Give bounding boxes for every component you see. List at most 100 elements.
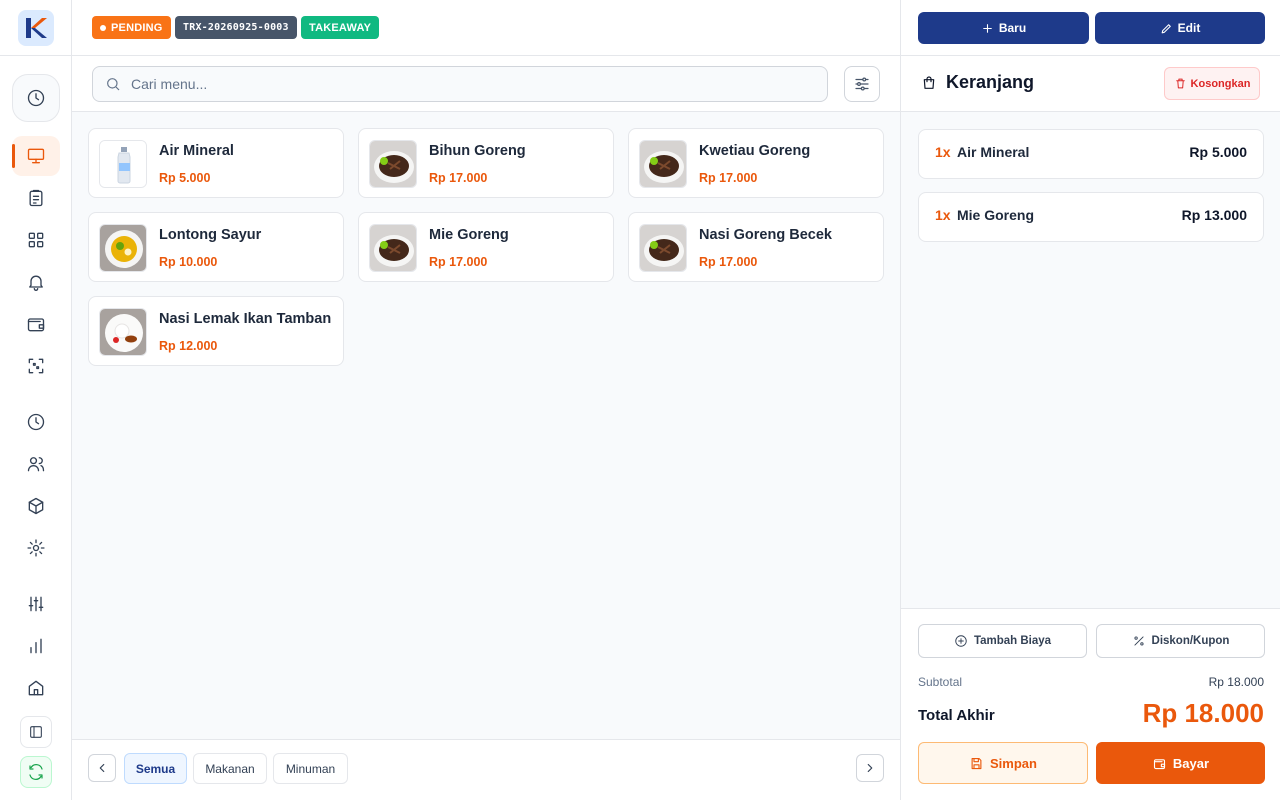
sidebar-item-pos[interactable] <box>12 136 60 176</box>
fried-noodle-image <box>639 140 687 188</box>
sidebar-item-adjustments[interactable] <box>20 588 52 620</box>
total-value: Rp 18.000 <box>1142 698 1264 728</box>
transaction-id-badge: TRX-20260925-0003 <box>175 16 297 39</box>
sync-icon <box>29 764 43 780</box>
menu-item-name: Lontong Sayur <box>159 227 262 243</box>
order-type-badge[interactable]: TAKEAWAY <box>301 16 380 39</box>
sidebar-divider <box>0 55 72 56</box>
fried-noodle-image <box>369 140 417 188</box>
category-prev-button[interactable] <box>88 754 116 782</box>
menu-item-card[interactable]: Air Mineral Rp 5.000 <box>88 128 344 198</box>
cart-item-list: 1x Air Mineral Rp 5.000 1x Mie Goreng Rp… <box>901 112 1280 608</box>
sidebar-collapse-button[interactable] <box>20 716 52 748</box>
search-row <box>72 56 900 112</box>
wallet-icon <box>1153 758 1165 769</box>
status-badge-label: PENDING <box>111 21 163 34</box>
users-icon <box>27 457 45 472</box>
percent-icon <box>1133 636 1144 646</box>
cart-panel: Baru Edit Keranjang Kosongkan 1x Air Min… <box>900 0 1280 800</box>
chevron-left-icon <box>99 763 105 773</box>
edit-transaction-button[interactable]: Edit <box>1095 12 1265 44</box>
fried-noodle-image <box>369 224 417 272</box>
sidebar-item-wallet[interactable] <box>20 308 52 340</box>
menu-item-card[interactable]: Kwetiau Goreng Rp 17.000 <box>628 128 884 198</box>
clear-cart-button[interactable]: Kosongkan <box>1164 67 1260 100</box>
lontong-plate-image <box>99 224 147 272</box>
menu-item-price: Rp 17.000 <box>429 255 488 269</box>
sync-button[interactable] <box>20 756 52 788</box>
cart-header: Keranjang <box>921 72 1034 93</box>
menu-item-card[interactable]: Nasi Goreng Becek Rp 17.000 <box>628 212 884 282</box>
sidebar-item-history[interactable] <box>20 406 52 438</box>
app-logo <box>18 10 54 46</box>
menu-item-price: Rp 17.000 <box>699 171 758 185</box>
sidebar-item-settings[interactable] <box>20 532 52 564</box>
transaction-header: PENDING TRX-20260925-0003 TAKEAWAY <box>72 0 900 56</box>
save-button[interactable]: Simpan <box>918 742 1088 784</box>
menu-item-card[interactable]: Nasi Lemak Ikan Tamban Rp 12.000 <box>88 296 344 366</box>
cart-item[interactable]: 1x Mie Goreng Rp 13.000 <box>918 192 1264 242</box>
status-dot-icon <box>100 24 106 31</box>
chevron-right-icon <box>867 763 873 773</box>
menu-item-card[interactable]: Lontong Sayur Rp 10.000 <box>88 212 344 282</box>
cart-item-name: Air Mineral <box>957 144 1030 160</box>
panel-divider <box>901 608 1280 609</box>
category-next-button[interactable] <box>856 754 884 782</box>
cart-item[interactable]: 1x Air Mineral Rp 5.000 <box>918 129 1264 179</box>
menu-item-card[interactable]: Bihun Goreng Rp 17.000 <box>358 128 614 198</box>
menu-item-name: Mie Goreng <box>429 227 509 243</box>
sidebar-item-orders[interactable] <box>20 182 52 214</box>
search-input[interactable] <box>131 76 811 92</box>
category-tab-all[interactable]: Semua <box>124 753 187 784</box>
clock-icon <box>27 89 45 107</box>
grid-icon <box>28 232 44 248</box>
menu-item-name: Air Mineral <box>159 143 234 159</box>
menu-item-price: Rp 17.000 <box>699 255 758 269</box>
fried-noodle-image <box>639 224 687 272</box>
water-bottle-image <box>99 140 147 188</box>
menu-item-price: Rp 12.000 <box>159 339 218 353</box>
add-fee-button[interactable]: Tambah Biaya <box>918 624 1087 658</box>
qr-scan-icon <box>28 358 44 374</box>
sidebar-item-products[interactable] <box>20 490 52 522</box>
cart-item-qty: 1x <box>935 144 951 160</box>
menu-grid: Air Mineral Rp 5.000 Bihun Goreng Rp 17.… <box>72 112 900 739</box>
clear-cart-label: Kosongkan <box>1190 77 1251 90</box>
status-badge: PENDING <box>92 16 171 39</box>
filter-button[interactable] <box>844 66 880 102</box>
panel-divider <box>901 55 1280 56</box>
category-tab-drinks[interactable]: Minuman <box>273 753 348 784</box>
save-label: Simpan <box>990 755 1037 771</box>
plus-icon <box>982 23 992 33</box>
chart-icon <box>30 638 42 654</box>
pay-button[interactable]: Bayar <box>1096 742 1265 784</box>
sidebar-item-outlet[interactable] <box>20 672 52 704</box>
sidebar-item-customers[interactable] <box>20 448 52 480</box>
sidebar-item-notifications[interactable] <box>20 266 52 298</box>
sidebar-item-menu[interactable] <box>20 224 52 256</box>
sidebar <box>0 0 72 800</box>
trash-icon <box>1175 78 1185 89</box>
wallet-icon <box>27 318 45 332</box>
menu-item-name: Nasi Goreng Becek <box>699 227 832 243</box>
history-icon <box>27 413 45 431</box>
menu-item-card[interactable]: Mie Goreng Rp 17.000 <box>358 212 614 282</box>
cart-item-name: Mie Goreng <box>957 207 1035 223</box>
menu-item-price: Rp 17.000 <box>429 171 488 185</box>
pos-app: PENDING TRX-20260925-0003 TAKEAWAY Air M… <box>0 0 1280 800</box>
sidebar-item-shift[interactable] <box>12 74 60 122</box>
pay-label: Bayar <box>1172 755 1210 771</box>
sidebar-item-reports[interactable] <box>20 630 52 662</box>
category-tab-food[interactable]: Makanan <box>193 753 267 784</box>
cart-title: Keranjang <box>946 72 1035 92</box>
search-box <box>92 66 828 102</box>
shopping-bag-icon <box>923 75 935 89</box>
sidebar-toggle-icon <box>30 726 42 738</box>
sidebar-item-scan[interactable] <box>20 350 52 382</box>
new-transaction-button[interactable]: Baru <box>918 12 1089 44</box>
discount-button[interactable]: Diskon/Kupon <box>1096 624 1265 658</box>
pencil-icon <box>1161 23 1171 33</box>
sliders-icon <box>28 596 44 612</box>
bell-icon <box>29 275 43 291</box>
nasi-lemak-plate-image <box>99 308 147 356</box>
